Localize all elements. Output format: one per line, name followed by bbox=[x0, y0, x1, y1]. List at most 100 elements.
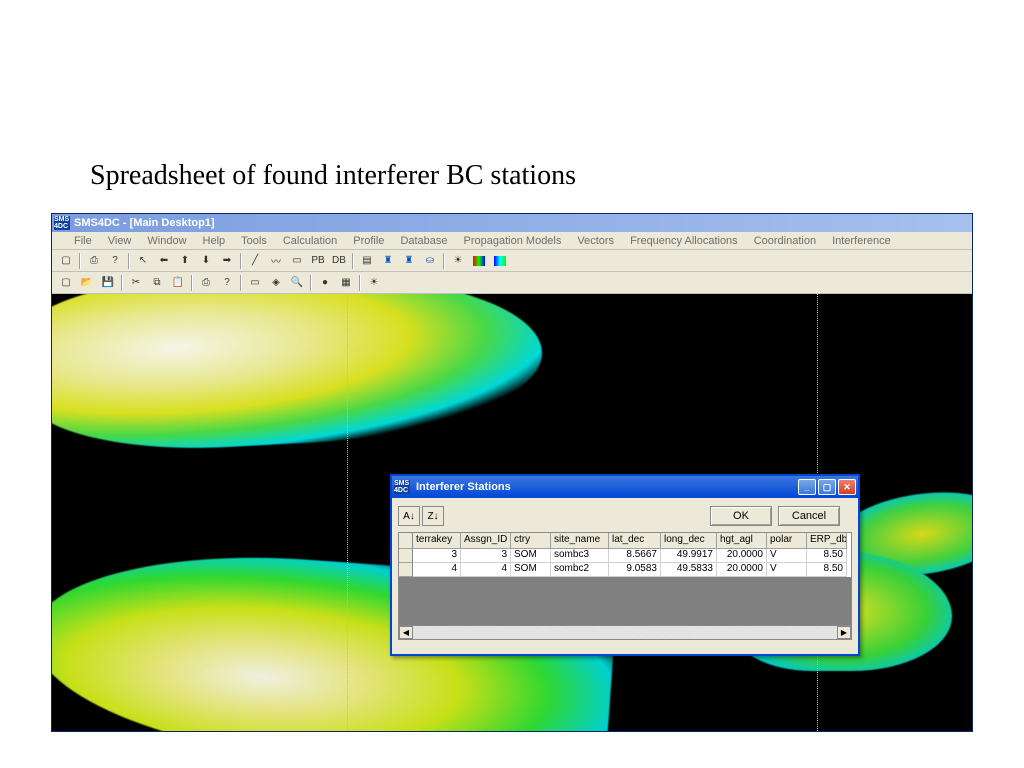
cell-lat[interactable]: 8.5667 bbox=[609, 549, 661, 563]
app-logo-icon: SMS 4DC bbox=[54, 216, 70, 230]
menu-vectors[interactable]: Vectors bbox=[573, 234, 618, 248]
menu-interference[interactable]: Interference bbox=[828, 234, 895, 248]
maximize-button[interactable]: ▢ bbox=[818, 479, 836, 495]
menu-coordination[interactable]: Coordination bbox=[750, 234, 820, 248]
db-icon[interactable]: DB bbox=[329, 252, 349, 270]
sort-asc-button[interactable]: A↓ bbox=[398, 506, 420, 526]
separator bbox=[128, 253, 130, 269]
scroll-track[interactable] bbox=[413, 626, 837, 639]
minimize-button[interactable]: _ bbox=[798, 479, 816, 495]
copy-icon[interactable]: ⧉ bbox=[147, 274, 167, 292]
horizontal-scrollbar[interactable]: ◀ ▶ bbox=[399, 625, 851, 639]
col-site-name[interactable]: site_name bbox=[551, 533, 609, 549]
table-row[interactable]: 3 3 SOM sombc3 8.5667 49.9917 20.0000 V … bbox=[399, 549, 851, 563]
circle-icon[interactable]: ● bbox=[315, 274, 335, 292]
cell-ctry[interactable]: SOM bbox=[511, 549, 551, 563]
new-icon[interactable]: ▢ bbox=[56, 252, 76, 270]
menu-frequency-allocations[interactable]: Frequency Allocations bbox=[626, 234, 742, 248]
cell-erp[interactable]: 8.50 bbox=[807, 549, 847, 563]
cell-site[interactable]: sombc2 bbox=[551, 563, 609, 577]
menu-help[interactable]: Help bbox=[199, 234, 230, 248]
cut-icon[interactable]: ✂ bbox=[126, 274, 146, 292]
cell-hgt[interactable]: 20.0000 bbox=[717, 549, 767, 563]
rect2-icon[interactable]: ▭ bbox=[245, 274, 265, 292]
col-erp-dbw[interactable]: ERP_dbw bbox=[807, 533, 847, 549]
tower-icon[interactable]: ⛀ bbox=[420, 252, 440, 270]
sun-icon[interactable]: ☀ bbox=[448, 252, 468, 270]
cell-erp[interactable]: 8.50 bbox=[807, 563, 847, 577]
stations-grid[interactable]: terrakey Assgn_ID ctry site_name lat_dec… bbox=[398, 532, 852, 640]
sun2-icon[interactable]: ☀ bbox=[364, 274, 384, 292]
separator bbox=[240, 275, 242, 291]
menu-window[interactable]: Window bbox=[143, 234, 190, 248]
menu-tools[interactable]: Tools bbox=[237, 234, 271, 248]
scroll-right-icon[interactable]: ▶ bbox=[837, 626, 851, 639]
cell-assgn[interactable]: 3 bbox=[461, 549, 511, 563]
ok-button[interactable]: OK bbox=[710, 506, 772, 526]
palette2-icon[interactable] bbox=[490, 252, 510, 270]
pointer-icon[interactable]: ↖ bbox=[133, 252, 153, 270]
menu-calculation[interactable]: Calculation bbox=[279, 234, 341, 248]
cell-terrakey[interactable]: 4 bbox=[413, 563, 461, 577]
print2-icon[interactable]: ⎙ bbox=[196, 274, 216, 292]
open-icon[interactable]: 📂 bbox=[77, 274, 97, 292]
menu-propagation-models[interactable]: Propagation Models bbox=[460, 234, 566, 248]
line-icon[interactable]: ╱ bbox=[245, 252, 265, 270]
card-icon[interactable]: ▤ bbox=[357, 252, 377, 270]
rect-icon[interactable]: ▭ bbox=[287, 252, 307, 270]
cell-terrakey[interactable]: 3 bbox=[413, 549, 461, 563]
col-long-dec[interactable]: long_dec bbox=[661, 533, 717, 549]
separator bbox=[352, 253, 354, 269]
sort-desc-button[interactable]: Z↓ bbox=[422, 506, 444, 526]
col-assgn-id[interactable]: Assgn_ID bbox=[461, 533, 511, 549]
help-icon[interactable]: ? bbox=[105, 252, 125, 270]
antenna2-icon[interactable]: ♜ bbox=[399, 252, 419, 270]
cell-lat[interactable]: 9.0583 bbox=[609, 563, 661, 577]
row-header[interactable] bbox=[399, 549, 413, 563]
arrow-up-icon[interactable]: ⬆ bbox=[175, 252, 195, 270]
poly-icon[interactable]: 〰 bbox=[266, 252, 286, 270]
arrow-left-icon[interactable]: ⬅ bbox=[154, 252, 174, 270]
menu-view[interactable]: View bbox=[104, 234, 136, 248]
col-terrakey[interactable]: terrakey bbox=[413, 533, 461, 549]
zoom-icon[interactable]: 🔍 bbox=[287, 274, 307, 292]
cell-ctry[interactable]: SOM bbox=[511, 563, 551, 577]
col-polar[interactable]: polar bbox=[767, 533, 807, 549]
scroll-left-icon[interactable]: ◀ bbox=[399, 626, 413, 639]
cell-long[interactable]: 49.5833 bbox=[661, 563, 717, 577]
arrow-right-icon[interactable]: ➡ bbox=[217, 252, 237, 270]
paste-icon[interactable]: 📋 bbox=[168, 274, 188, 292]
col-hgt-agl[interactable]: hgt_agl bbox=[717, 533, 767, 549]
cell-long[interactable]: 49.9917 bbox=[661, 549, 717, 563]
cell-hgt[interactable]: 20.0000 bbox=[717, 563, 767, 577]
arrow-down-icon[interactable]: ⬇ bbox=[196, 252, 216, 270]
separator bbox=[240, 253, 242, 269]
table-row[interactable]: 4 4 SOM sombc2 9.0583 49.5833 20.0000 V … bbox=[399, 563, 851, 577]
cell-polar[interactable]: V bbox=[767, 563, 807, 577]
map-canvas[interactable]: SMS 4DC Interferer Stations _ ▢ ✕ A↓ Z↓ … bbox=[52, 294, 972, 731]
palette1-icon[interactable] bbox=[469, 252, 489, 270]
pb-icon[interactable]: PB bbox=[308, 252, 328, 270]
cell-assgn[interactable]: 4 bbox=[461, 563, 511, 577]
row-header[interactable] bbox=[399, 563, 413, 577]
menu-database[interactable]: Database bbox=[396, 234, 451, 248]
grid-icon[interactable]: ▦ bbox=[336, 274, 356, 292]
cancel-button[interactable]: Cancel bbox=[778, 506, 840, 526]
menu-file[interactable]: File bbox=[70, 234, 96, 248]
separator bbox=[310, 275, 312, 291]
antenna1-icon[interactable]: ♜ bbox=[378, 252, 398, 270]
separator bbox=[79, 253, 81, 269]
col-ctry[interactable]: ctry bbox=[511, 533, 551, 549]
cell-site[interactable]: sombc3 bbox=[551, 549, 609, 563]
meridian-line bbox=[347, 294, 348, 731]
menu-profile[interactable]: Profile bbox=[349, 234, 388, 248]
print-icon[interactable]: ⎙ bbox=[84, 252, 104, 270]
flag-icon[interactable]: ◈ bbox=[266, 274, 286, 292]
help2-icon[interactable]: ? bbox=[217, 274, 237, 292]
dialog-titlebar[interactable]: SMS 4DC Interferer Stations _ ▢ ✕ bbox=[392, 476, 858, 498]
col-lat-dec[interactable]: lat_dec bbox=[609, 533, 661, 549]
close-button[interactable]: ✕ bbox=[838, 479, 856, 495]
new2-icon[interactable]: ▢ bbox=[56, 274, 76, 292]
cell-polar[interactable]: V bbox=[767, 549, 807, 563]
save-icon[interactable]: 💾 bbox=[98, 274, 118, 292]
